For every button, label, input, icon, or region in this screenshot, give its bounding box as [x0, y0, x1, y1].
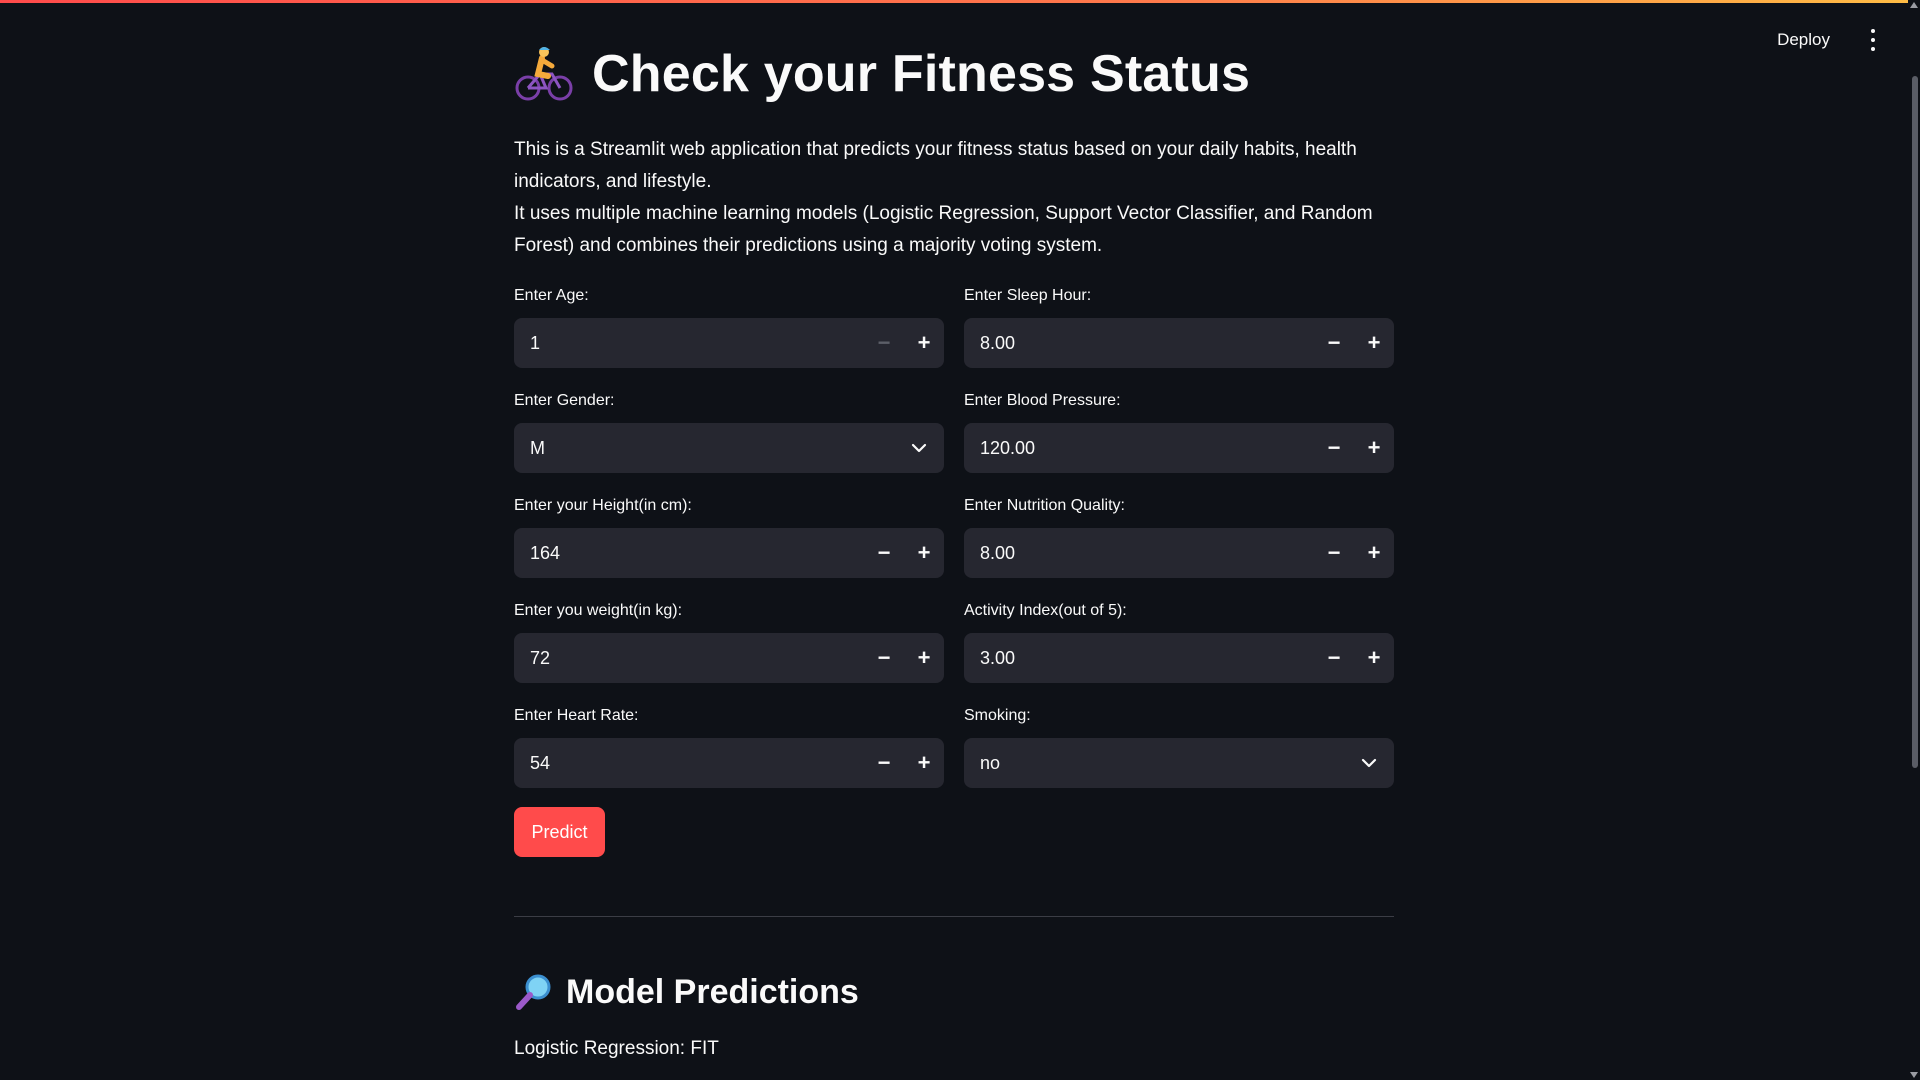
nutrition-label: Enter Nutrition Quality: — [964, 497, 1125, 514]
smoking-selected-value[interactable]: no — [980, 753, 1344, 774]
age-decrement-button[interactable]: − — [864, 318, 904, 368]
weight-input-box[interactable]: 72 − + — [514, 633, 944, 683]
blood-pressure-decrement-button[interactable]: − — [1314, 423, 1354, 473]
sleep-increment-button[interactable]: + — [1354, 318, 1394, 368]
activity-increment-button[interactable]: + — [1354, 633, 1394, 683]
height-input[interactable]: 164 — [530, 543, 864, 564]
height-decrement-button[interactable]: − — [864, 528, 904, 578]
activity-field: Activity Index(out of 5): 3.00 − + — [964, 601, 1394, 683]
magnifying-glass-icon — [516, 974, 551, 1010]
blood-pressure-field: Enter Blood Pressure: 120.00 − + — [964, 391, 1394, 473]
scroll-up-icon[interactable] — [1910, 2, 1918, 8]
blood-pressure-input-box[interactable]: 120.00 − + — [964, 423, 1394, 473]
smoking-field: Smoking: no — [964, 706, 1394, 788]
activity-input-box[interactable]: 3.00 − + — [964, 633, 1394, 683]
activity-label: Activity Index(out of 5): — [964, 602, 1127, 619]
top-decoration-bar — [0, 0, 1920, 3]
person-biking-icon — [515, 47, 573, 101]
weight-field: Enter you weight(in kg): 72 − + — [514, 601, 944, 683]
sleep-input[interactable]: 8.00 — [980, 333, 1314, 354]
page-header: Check your Fitness Status — [514, 44, 1250, 104]
weight-decrement-button[interactable]: − — [864, 633, 904, 683]
heart-rate-increment-button[interactable]: + — [904, 738, 944, 788]
description-line-1: This is a Streamlit web application that… — [514, 139, 1357, 192]
nutrition-increment-button[interactable]: + — [1354, 528, 1394, 578]
scrollbar[interactable] — [1908, 0, 1920, 1080]
more-vertical-icon[interactable] — [1864, 29, 1882, 51]
predictions-title: Model Predictions — [566, 972, 859, 1011]
heart-rate-input[interactable]: 54 — [530, 753, 864, 774]
page-title: Check your Fitness Status — [592, 45, 1251, 103]
age-label: Enter Age: — [514, 287, 589, 304]
sleep-decrement-button[interactable]: − — [1314, 318, 1354, 368]
gender-select[interactable]: M — [514, 423, 944, 473]
nutrition-input[interactable]: 8.00 — [980, 543, 1314, 564]
heart-rate-label: Enter Heart Rate: — [514, 707, 639, 724]
weight-input[interactable]: 72 — [530, 648, 864, 669]
activity-input[interactable]: 3.00 — [980, 648, 1314, 669]
scrollbar-thumb[interactable] — [1912, 76, 1918, 768]
section-divider — [514, 916, 1394, 917]
weight-label: Enter you weight(in kg): — [514, 602, 683, 619]
deploy-button[interactable]: Deploy — [1767, 26, 1840, 54]
height-increment-button[interactable]: + — [904, 528, 944, 578]
heart-rate-field: Enter Heart Rate: 54 − + — [514, 706, 944, 788]
nutrition-field: Enter Nutrition Quality: 8.00 − + — [964, 496, 1394, 578]
gender-field: Enter Gender: M — [514, 391, 944, 473]
chevron-down-icon[interactable] — [1344, 738, 1394, 788]
nutrition-input-box[interactable]: 8.00 − + — [964, 528, 1394, 578]
logistic-regression-result: Logistic Regression: FIT — [514, 1038, 719, 1059]
age-increment-button[interactable]: + — [904, 318, 944, 368]
weight-increment-button[interactable]: + — [904, 633, 944, 683]
age-field: Enter Age: 1 − + — [514, 286, 944, 368]
gender-selected-value[interactable]: M — [530, 438, 894, 459]
predict-button[interactable]: Predict — [514, 807, 605, 857]
smoking-label: Smoking: — [964, 707, 1031, 724]
gender-label: Enter Gender: — [514, 392, 615, 409]
sleep-label: Enter Sleep Hour: — [964, 287, 1092, 304]
blood-pressure-input[interactable]: 120.00 — [980, 438, 1314, 459]
app-header: Deploy — [1767, 26, 1882, 54]
smoking-select[interactable]: no — [964, 738, 1394, 788]
chevron-down-icon[interactable] — [894, 423, 944, 473]
height-input-box[interactable]: 164 − + — [514, 528, 944, 578]
blood-pressure-label: Enter Blood Pressure: — [964, 392, 1121, 409]
height-label: Enter your Height(in cm): — [514, 497, 692, 514]
age-input[interactable]: 1 — [530, 333, 864, 354]
heart-rate-input-box[interactable]: 54 − + — [514, 738, 944, 788]
blood-pressure-increment-button[interactable]: + — [1354, 423, 1394, 473]
description-line-2: It uses multiple machine learning models… — [514, 203, 1373, 256]
nutrition-decrement-button[interactable]: − — [1314, 528, 1354, 578]
heart-rate-decrement-button[interactable]: − — [864, 738, 904, 788]
scroll-down-icon[interactable] — [1910, 1072, 1918, 1078]
sleep-input-box[interactable]: 8.00 − + — [964, 318, 1394, 368]
predictions-header: Model Predictions — [514, 972, 859, 1012]
sleep-field: Enter Sleep Hour: 8.00 − + — [964, 286, 1394, 368]
activity-decrement-button[interactable]: − — [1314, 633, 1354, 683]
app-description: This is a Streamlit web application that… — [514, 134, 1394, 262]
height-field: Enter your Height(in cm): 164 − + — [514, 496, 944, 578]
age-input-box[interactable]: 1 − + — [514, 318, 944, 368]
